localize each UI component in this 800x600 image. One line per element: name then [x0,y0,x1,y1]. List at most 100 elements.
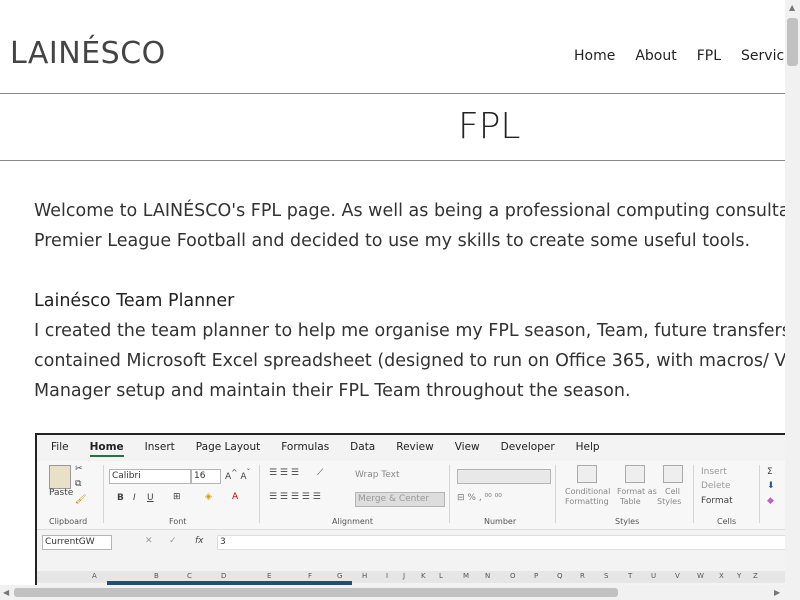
fill-color-icon: ◈ [205,492,212,502]
column-header: S [604,572,609,580]
section-title: Lainésco Team Planner [34,291,235,311]
column-header: R [580,572,585,580]
number-group-label: Number [484,517,517,526]
vertical-scroll-thumb[interactable] [787,18,798,66]
nav-services[interactable]: Services [741,48,785,64]
italic-icon: I [133,493,136,503]
align-left-icon: ☰ ☰ ☰ ☰ ☰ [269,492,321,502]
cells-group-label: Cells [717,517,737,526]
font-size-box: 16 [191,469,221,484]
borders-icon: ⊞ [173,492,181,502]
page-title: FPL [458,106,521,147]
bold-icon: B [117,493,124,503]
enter-icon: ✓ [169,536,177,546]
grow-font-icon: A^ Aˇ [225,468,251,482]
formula-input: 3 [217,535,785,550]
copy-icon: ⧉ [75,479,82,489]
column-header: F [308,572,313,580]
column-header: B [154,572,159,580]
conditional-formatting-label: Conditional [565,487,611,496]
paste-icon [49,465,71,489]
column-header: A [92,572,97,580]
paste-label: Paste [49,488,74,498]
page-content: Welcome to LAINÉSCO's FPL page. As well … [34,196,785,406]
nav-fpl[interactable]: FPL [697,48,721,64]
column-header: Z [753,572,758,580]
excel-tab-file: File [51,441,69,453]
name-box: CurrentGW [42,535,112,550]
intro-paragraph: Welcome to LAINÉSCO's FPL page. As well … [34,196,785,256]
excel-tab-view: View [454,441,480,453]
intro-line: Premier League Football and decided to u… [34,231,751,251]
clear-icon: ◆ [767,496,774,506]
section-line: Manager setup and maintain their FPL Tea… [34,381,631,401]
column-header: G [337,572,343,580]
clipboard-group-label: Clipboard [49,517,88,526]
function-icon: fx [195,536,204,546]
nav-home[interactable]: Home [574,48,615,64]
column-header: D [221,572,227,580]
column-header: W [697,572,704,580]
ribbon-divider [555,465,556,523]
ribbon-divider [693,465,694,523]
merge-center-button: Merge & Center [355,492,445,507]
delete-cells-button: Delete [701,481,731,491]
site-logo[interactable]: LAINÉSCO [10,36,166,71]
column-header: V [675,572,680,580]
ribbon-divider [759,465,760,523]
vertical-scrollbar[interactable]: ▲ [785,0,800,600]
conditional-formatting-label-2: Formatting [565,497,609,506]
excel-tab-developer: Developer [500,441,555,453]
ribbon-divider [103,465,104,523]
column-header: C [187,572,192,580]
font-color-icon: A [232,492,239,502]
column-header: N [485,572,491,580]
section-line: contained Microsoft Excel spreadsheet (d… [34,351,785,371]
excel-tab-data: Data [350,441,376,453]
number-format-box [457,469,551,484]
scroll-right-icon[interactable]: ▶ [774,588,780,597]
page: LAINÉSCO Home About FPL Services FPL Wel… [0,0,785,585]
format-painter-icon: 🖌 [75,495,87,505]
font-group-label: Font [169,517,187,526]
cell-styles-label-2: Styles [657,497,682,506]
column-header: H [362,572,368,580]
scroll-up-icon[interactable]: ▲ [789,3,795,12]
format-cells-button: Format [701,496,733,506]
nav-about[interactable]: About [635,48,676,64]
styles-group-label: Styles [615,517,640,526]
excel-tab-insert: Insert [144,441,175,453]
format-as-table-icon [625,465,645,483]
insert-cells-button: Insert [701,467,727,477]
formula-bar: CurrentGW ✕ ✓ fx 3 [39,533,785,555]
cell-styles-icon [663,465,683,483]
column-header: K [421,572,426,580]
column-header: Y [737,572,742,580]
site-header: LAINÉSCO Home About FPL Services [0,0,785,94]
excel-screenshot: File Home Insert Page Layout Formulas Da… [35,433,785,585]
horizontal-scrollbar[interactable]: ◀ ▶ [0,585,800,600]
column-header: O [510,572,516,580]
section-paragraph: I created the team planner to help me or… [34,316,785,406]
column-header: X [719,572,724,580]
excel-tab-home: Home [89,441,124,457]
ribbon-divider [449,465,450,523]
font-name-box: Calibri [109,469,191,484]
fill-icon: ⬇ [767,481,775,491]
column-header: Q [557,572,563,580]
scroll-left-icon[interactable]: ◀ [3,588,9,597]
excel-ribbon: Paste ✂ ⧉ 🖌 Clipboard Calibri 16 A^ Aˇ B… [37,461,785,530]
cancel-icon: ✕ [145,536,153,546]
column-header: J [403,572,406,580]
column-header: L [439,572,443,580]
horizontal-scroll-thumb[interactable] [14,588,618,597]
orientation-icon: ⟋ [317,468,324,478]
excel-tab-help: Help [575,441,600,453]
conditional-formatting-icon [577,465,597,483]
cell-styles-label: Cell [665,487,680,496]
cut-icon: ✂ [75,464,83,474]
align-top-icon: ☰ ☰ ☰ [269,468,299,478]
format-as-table-label: Format as [617,487,657,496]
excel-menu: File Home Insert Page Layout Formulas Da… [51,441,621,457]
excel-tab-review: Review [396,441,434,453]
